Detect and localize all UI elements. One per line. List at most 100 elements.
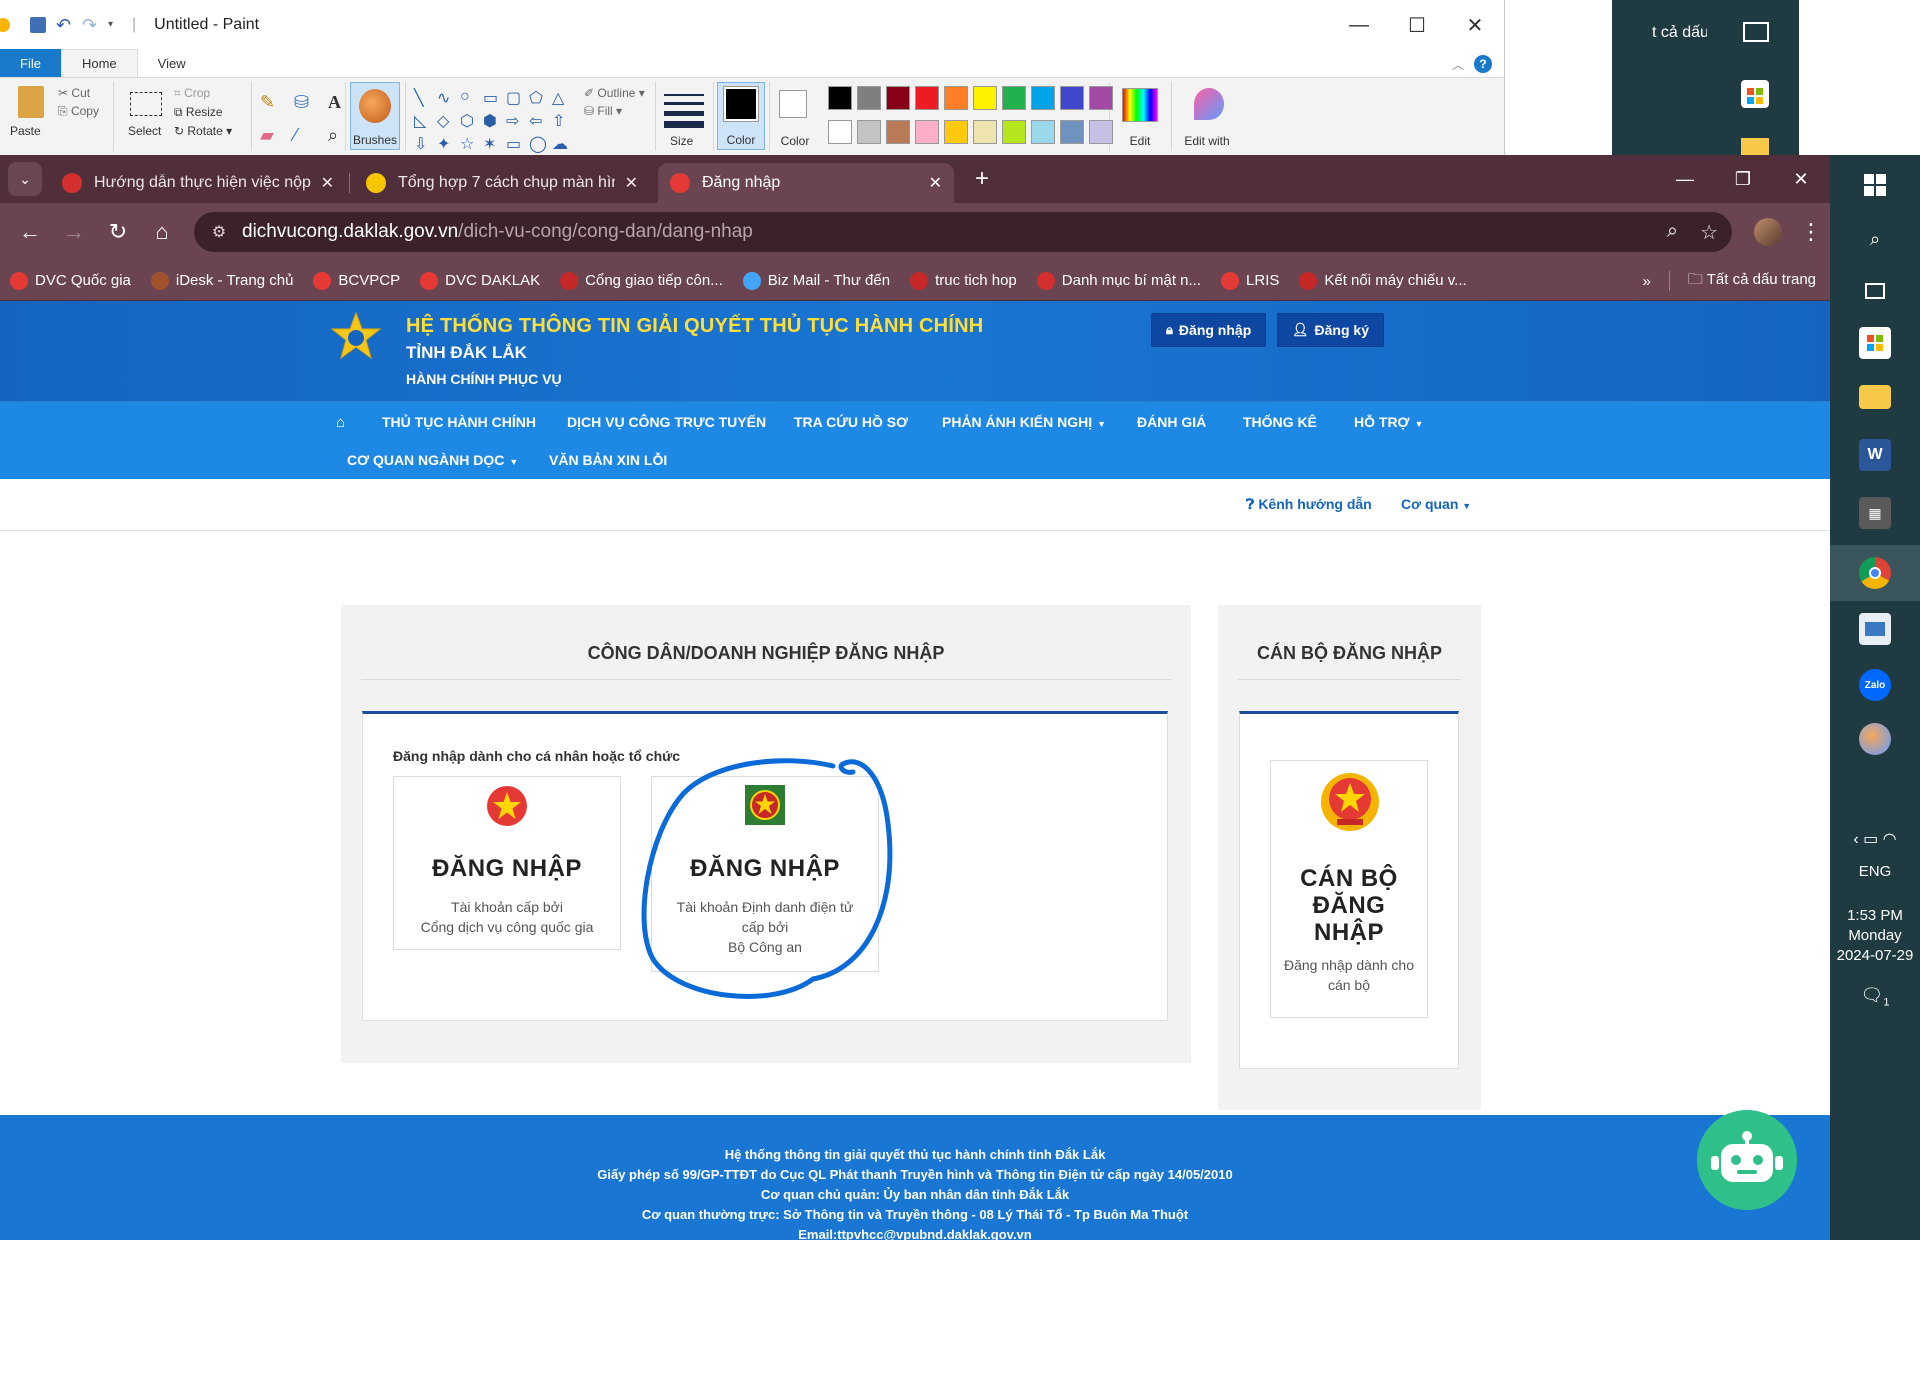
maximize-icon[interactable]: ☐ <box>1388 0 1446 50</box>
palette-swatch[interactable] <box>1031 120 1055 144</box>
eraser-icon[interactable]: ▰ <box>260 125 288 152</box>
word-icon[interactable]: W <box>1859 439 1891 471</box>
new-tab-button[interactable]: + <box>964 161 1000 197</box>
resize-button[interactable]: ⧉ Resize <box>174 105 232 120</box>
bookmark-item[interactable]: BCVPCP <box>313 271 400 290</box>
close-tab-icon[interactable]: ✕ <box>929 173 942 193</box>
chrome-menu-icon[interactable]: ⋮ <box>1800 219 1822 245</box>
color2-button[interactable]: Color <box>773 82 817 150</box>
search-icon[interactable]: ⌕ <box>1859 223 1891 255</box>
bookmark-item[interactable]: iDesk - Trang chủ <box>150 271 293 290</box>
palette-swatch[interactable] <box>1002 86 1026 110</box>
bookmark-item[interactable]: Danh mục bí mật n... <box>1036 271 1201 290</box>
palette-swatch[interactable] <box>973 120 997 144</box>
help-icon[interactable]: ? <box>1474 55 1492 73</box>
fill-bucket-icon[interactable]: ⛁ <box>294 92 322 119</box>
rotate-button[interactable]: ↻ Rotate ▾ <box>174 124 232 138</box>
crop-button[interactable]: ⌗ Crop <box>174 86 232 101</box>
footer-email[interactable]: Email:ttpvhcc@vpubnd.daklak.gov.vn <box>0 1225 1830 1240</box>
file-explorer-icon[interactable] <box>1859 385 1891 409</box>
task-view-icon[interactable] <box>1743 22 1769 42</box>
brushes-button[interactable]: Brushes <box>350 82 400 150</box>
select-button[interactable]: Select <box>122 82 166 140</box>
calculator-icon[interactable]: ▦ <box>1859 497 1891 529</box>
collapse-ribbon-icon[interactable]: ︿ <box>1452 56 1464 73</box>
palette-swatch[interactable] <box>1060 120 1084 144</box>
all-bookmarks-button[interactable]: 🗀 Tất cả dấu trang <box>1688 269 1816 294</box>
customize-qat-icon[interactable]: ▾ <box>108 17 124 33</box>
edit-colors-button[interactable]: Edit <box>1118 82 1162 150</box>
site-logo-icon[interactable] <box>330 311 382 363</box>
palette-swatch[interactable] <box>857 120 881 144</box>
outline-button[interactable]: ✐ Outline ▾ <box>584 86 645 100</box>
close-icon[interactable]: ✕ <box>1772 155 1830 203</box>
login-national-portal-button[interactable]: ĐĂNG NHẬP Tài khoản cấp bởi Cổng dịch vụ… <box>393 776 621 950</box>
nav-item-thu-tuc[interactable]: THỦ TỤC HÀNH CHÍNH <box>382 414 536 430</box>
nav-item-co-quan-nganh-doc[interactable]: CƠ QUAN NGÀNH DỌC ▼ <box>347 452 518 468</box>
start-windows-icon[interactable] <box>1859 169 1891 201</box>
nav-home-icon[interactable]: ⌂ <box>336 414 345 431</box>
palette-swatch[interactable] <box>828 120 852 144</box>
tab-file[interactable]: File <box>0 49 61 77</box>
header-login-button[interactable]: 🔒︎ Đăng nhập <box>1151 313 1267 347</box>
language-indicator[interactable]: ENG <box>1830 863 1920 880</box>
save-icon[interactable] <box>30 17 46 33</box>
bookmark-item[interactable]: truc tich hop <box>910 271 1017 290</box>
palette-swatch[interactable] <box>973 86 997 110</box>
remote-desktop-icon[interactable] <box>1859 613 1891 645</box>
fill-button[interactable]: ⛁ Fill ▾ <box>584 104 645 118</box>
edit-with-paint3d-button[interactable]: Edit with <box>1180 82 1234 150</box>
notifications-icon[interactable]: 🗨︎1 <box>1830 985 1920 1009</box>
nav-item-phan-anh[interactable]: PHẢN ÁNH KIẾN NGHỊ ▼ <box>942 414 1106 430</box>
zalo-icon[interactable]: Zalo <box>1859 669 1891 701</box>
bookmark-item[interactable]: Biz Mail - Thư đến <box>742 271 890 290</box>
home-button[interactable]: ⌂ <box>142 212 182 252</box>
shapes-gallery[interactable]: ╲ ∿ ○ ▭ ▢ ⬠ △ ◺ ◇ ⬡ ⬢ ⇨ ⇦ ⇧ ⇩ ✦ ☆ ✶ ▭ ◯ ☁ <box>414 82 572 153</box>
palette-swatch[interactable] <box>944 120 968 144</box>
login-staff-button[interactable]: CÁN BỘ ĐĂNG NHẬP Đăng nhập dành cho cán … <box>1270 760 1428 1018</box>
size-button[interactable]: Size <box>664 82 704 148</box>
microsoft-store-icon[interactable] <box>1859 327 1891 359</box>
bookmark-item[interactable]: DVC Quốc gia <box>10 271 131 290</box>
task-view-icon[interactable] <box>1859 275 1891 307</box>
cut-button[interactable]: ✂ Cut <box>58 86 99 100</box>
clock-time[interactable]: 1:53 PM <box>1830 907 1920 924</box>
chatbot-icon[interactable] <box>1697 1110 1797 1210</box>
profile-avatar[interactable] <box>1754 218 1782 246</box>
bookmark-item[interactable]: DVC DAKLAK <box>420 271 540 290</box>
color1-button[interactable]: Color <box>717 82 765 150</box>
palette-swatch[interactable] <box>1002 120 1026 144</box>
nav-item-danh-gia[interactable]: ĐÁNH GIÁ <box>1137 414 1206 430</box>
palette-swatch[interactable] <box>944 86 968 110</box>
forward-button[interactable]: → <box>54 212 94 252</box>
redo-icon[interactable]: ↷ <box>82 16 98 34</box>
nav-item-ho-tro[interactable]: HỖ TRỢ ▼ <box>1354 414 1423 430</box>
undo-icon[interactable]: ↶ <box>56 16 72 34</box>
reload-button[interactable]: ↻ <box>98 212 138 252</box>
browser-tab[interactable]: Hướng dẫn thực hiện việc nộp l ✕ <box>50 163 350 203</box>
tab-view[interactable]: View <box>138 49 206 77</box>
bookmark-item[interactable]: Kết nối máy chiếu v... <box>1299 271 1467 290</box>
close-tab-icon[interactable]: ✕ <box>321 173 334 193</box>
more-bookmarks-icon[interactable]: » <box>1643 273 1651 290</box>
palette-swatch[interactable] <box>857 86 881 110</box>
nav-item-van-ban-xin-loi[interactable]: VĂN BẢN XIN LỖI <box>549 452 667 468</box>
tab-home[interactable]: Home <box>60 49 138 77</box>
paste-button[interactable]: Paste <box>10 82 50 140</box>
address-bar[interactable]: ⚙ dichvucong.daklak.gov.vn/dich-vu-cong/… <box>194 212 1732 252</box>
agency-dropdown[interactable]: Cơ quan ▼ <box>1401 496 1471 512</box>
palette-swatch[interactable] <box>915 120 939 144</box>
header-register-button[interactable]: 👤︎ Đăng ký <box>1277 313 1384 347</box>
minimize-icon[interactable]: — <box>1330 0 1388 50</box>
bookmark-item[interactable]: Cổng giao tiếp côn... <box>560 271 723 290</box>
palette-swatch[interactable] <box>828 86 852 110</box>
browser-tab-active[interactable]: Đăng nhập ✕ <box>658 163 954 203</box>
pencil-icon[interactable]: ✎ <box>260 92 288 119</box>
browser-tab[interactable]: Tổng hợp 7 cách chụp màn hìn ✕ <box>354 163 650 203</box>
palette-swatch[interactable] <box>1031 86 1055 110</box>
guide-channel-link[interactable]: ❓︎ Kênh hướng dẫn <box>1246 496 1372 513</box>
zoom-icon[interactable]: ⌕ <box>1667 220 1678 245</box>
paint-icon[interactable] <box>1859 723 1891 755</box>
tray-chevron-icon[interactable]: ‹ ▭ ◠ <box>1830 829 1920 849</box>
store-icon[interactable] <box>1741 80 1769 108</box>
